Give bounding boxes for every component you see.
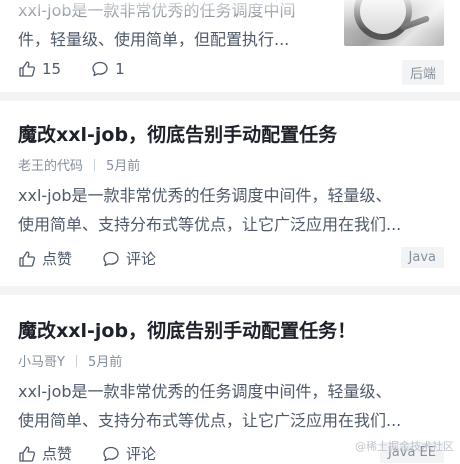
meta-divider [94,158,96,171]
meta-divider [75,354,77,367]
article-meta: 老王的代码 5月前 [18,155,140,174]
comment-button[interactable]: 评论 [102,248,156,269]
like-button[interactable]: 点赞 [18,443,72,464]
like-button[interactable]: 15 [18,60,61,78]
like-count: 15 [42,60,62,78]
publish-time: 5月前 [87,355,123,370]
comment-label: 评论 [126,445,157,463]
comment-label: 评论 [126,250,157,268]
like-button[interactable]: 点赞 [18,248,72,269]
thumbs-up-icon [19,61,36,77]
publish-time: 5月前 [106,159,141,174]
author-name[interactable]: 老王的代码 [18,155,83,174]
card-divider [0,286,460,295]
card-divider [0,92,460,101]
like-label: 点赞 [42,250,73,268]
like-label: 点赞 [42,445,73,463]
comment-icon [103,251,119,266]
article-title[interactable]: 魔改xxl-job，彻底告别手动配置任务 [18,120,337,147]
comment-icon [92,61,108,77]
comment-button[interactable]: 1 [91,60,125,78]
comment-count: 1 [115,60,125,78]
article-title[interactable]: 魔改xxl-job，彻底告别手动配置任务！ [18,316,356,343]
article-card-1[interactable]: xxl-job是一款非常优秀的任务调度中间 件，轻量级、使用简单，但配置执行..… [0,0,460,92]
article-card-2[interactable]: 魔改xxl-job，彻底告别手动配置任务 老王的代码 5月前 xxl-job是一… [0,101,460,286]
thumbs-up-icon [19,250,36,267]
article-excerpt: xxl-job是一款非常优秀的任务调度中间件，轻量级、 使用简单、支持分布式等优… [18,382,402,430]
article-tag[interactable]: Java [400,247,444,268]
article-actions: 点赞 评论 [18,248,186,269]
article-excerpt: xxl-job是一款非常优秀的任务调度中间 件，轻量级、使用简单，但配置执行..… [18,1,296,49]
article-actions: 15 1 [18,60,155,78]
article-actions: 点赞 评论 [18,443,186,464]
comment-button[interactable]: 评论 [102,443,156,464]
article-excerpt: xxl-job是一款非常优秀的任务调度中间件，轻量级、 使用简单、支持分布式等优… [18,186,402,234]
article-card-3[interactable]: 魔改xxl-job，彻底告别手动配置任务！ 小马哥Y 5月前 xxl-job是一… [0,295,460,463]
article-thumbnail[interactable] [344,0,444,46]
watermark: @稀土掘金技术社区 [355,440,454,453]
article-tag[interactable]: 后端 [401,60,444,85]
article-meta: 小马哥Y 5月前 [18,351,122,370]
author-name[interactable]: 小马哥Y [18,351,65,370]
